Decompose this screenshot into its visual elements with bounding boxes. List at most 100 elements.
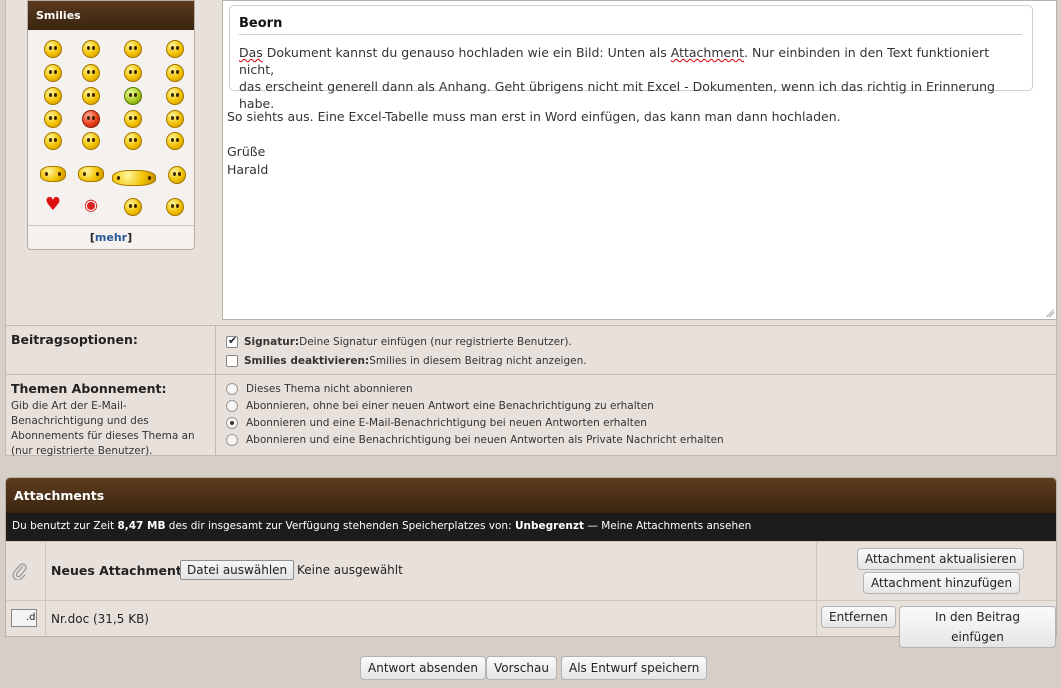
post-options-content: Signatur: Deine Signatur einfügen (nur r…	[226, 326, 1056, 374]
attachment-file-row: .d Nr.doc (31,5 KB) Entfernen In den Bei…	[6, 600, 1056, 648]
smile-icon[interactable]	[44, 40, 62, 58]
resize-grip-icon[interactable]	[1046, 309, 1054, 317]
smilies-label: Smilies deaktivieren:	[244, 355, 370, 367]
subscription-desc: Gib die Art der E-Mail-Benachrichtigung …	[11, 400, 195, 457]
attachments-panel: Attachments Du benutzt zur Zeit 8,47 MB …	[5, 477, 1057, 648]
unsure-icon[interactable]	[166, 110, 184, 128]
wacko-icon[interactable]	[166, 198, 184, 216]
attachment-file-name[interactable]: Nr.doc (31,5 KB)	[51, 612, 149, 626]
signature-checkbox[interactable]	[226, 334, 238, 348]
radio-button[interactable]	[226, 400, 238, 412]
info-total: Unbegrenzt	[514, 520, 585, 532]
body-name: Harald	[227, 162, 269, 177]
subscription-choice-label: Abonnieren und eine Benachrichtigung bei…	[246, 434, 724, 446]
update-attachment-button[interactable]: Attachment aktualisieren	[857, 548, 1025, 570]
subscription-choice-label: Dieses Thema nicht abonnieren	[246, 383, 413, 395]
rolleyes-icon[interactable]	[44, 87, 62, 105]
mad-icon[interactable]	[166, 87, 184, 105]
new-attachment-label: Neues Attachment:	[51, 563, 187, 578]
shocked-icon[interactable]	[124, 132, 142, 150]
shy-icon[interactable]	[44, 132, 62, 150]
puzzled-icon[interactable]	[82, 132, 100, 150]
surprised-icon[interactable]	[166, 132, 184, 150]
heart-icon[interactable]: ♥	[44, 196, 62, 214]
subscription-label: Themen Abonnement:	[11, 381, 167, 396]
save-draft-button[interactable]: Als Entwurf speichern	[561, 656, 708, 680]
smilies-grid: ♥ ◉	[28, 30, 194, 225]
quote-word-spellcheck-2: Attachment	[670, 45, 745, 60]
smilies-option[interactable]: Smilies deaktivieren: Smilies in diesem …	[226, 355, 587, 367]
signature-option[interactable]: Signatur: Deine Signatur einfügen (nur r…	[226, 334, 572, 348]
radio-button[interactable]	[226, 434, 238, 446]
quote-text: Das Dokument kannst du genauso hochladen…	[239, 44, 1022, 112]
signature-desc: Deine Signatur einfügen (nur registriert…	[299, 336, 572, 348]
smilies-title: Smilies	[28, 1, 194, 30]
cool-icon[interactable]	[124, 40, 142, 58]
paperclip-icon	[12, 563, 27, 580]
angry-icon[interactable]	[82, 110, 100, 128]
quote-author: Beorn	[239, 16, 1022, 35]
attachments-info: Du benutzt zur Zeit 8,47 MB des dir insg…	[6, 513, 1056, 541]
smilies-checkbox[interactable]	[226, 355, 238, 367]
remove-attachment-button[interactable]: Entfernen	[821, 606, 896, 628]
insert-attachment-button[interactable]: In den Beitrag einfügen	[899, 606, 1056, 648]
subscription-choice[interactable]: Abonnieren und eine E-Mail-Benachrichtig…	[226, 417, 647, 429]
subscription-choice-label: Abonnieren, ohne bei einer neuen Antwort…	[246, 400, 654, 412]
file-icon-cell: .d	[6, 601, 46, 637]
editor-panel: Smilies ♥ ◉ [mehr] Beorn Das Dokument ka…	[5, 0, 1057, 326]
subscription-choice[interactable]: Abonnieren und eine Benachrichtigung bei…	[226, 434, 724, 446]
frown-icon[interactable]	[166, 64, 184, 82]
quote-line-2: das erscheint generell dann als Anhang. …	[239, 79, 995, 111]
biggrin-icon[interactable]	[166, 40, 184, 58]
signature-label: Signatur:	[244, 336, 300, 348]
body-greeting: Grüße	[227, 144, 266, 159]
broken-file-icon: .d	[11, 609, 37, 627]
new-attachment-buttons: Attachment aktualisieren Attachment hinz…	[816, 542, 1056, 600]
subscription-row: Themen Abonnement: Gib die Art der E-Mai…	[5, 375, 1057, 457]
wink-icon[interactable]	[82, 40, 100, 58]
radio-button-selected[interactable]	[226, 417, 238, 429]
smilies-footer: [mehr]	[28, 225, 194, 249]
embarrassed-icon[interactable]	[124, 64, 142, 82]
choose-file-button[interactable]: Datei auswählen	[180, 560, 295, 580]
radio-button[interactable]	[226, 383, 238, 395]
my-attachments-link[interactable]: — Meine Attachments ansehen	[584, 520, 751, 532]
post-options-label-cell: Beitragsoptionen:	[6, 326, 216, 374]
tongue-icon[interactable]	[44, 64, 62, 82]
thumbsup-icon[interactable]	[44, 110, 62, 128]
subscription-content: Dieses Thema nicht abonnieren Abonnieren…	[226, 375, 1056, 455]
applause-icon[interactable]	[112, 170, 156, 186]
post-options-label: Beitragsoptionen:	[11, 332, 138, 347]
preview-button[interactable]: Vorschau	[486, 656, 557, 680]
smilies-desc: Smilies in diesem Beitrag nicht anzeigen…	[369, 355, 587, 367]
attachments-title: Attachments	[6, 478, 1056, 513]
confused-icon[interactable]	[82, 64, 100, 82]
whistle-icon[interactable]	[124, 198, 142, 216]
subscription-label-cell: Themen Abonnement: Gib die Art der E-Mai…	[6, 375, 216, 457]
message-body: So siehts aus. Eine Excel-Tabelle muss m…	[227, 108, 841, 179]
angel-icon[interactable]	[78, 166, 104, 182]
kiss-icon[interactable]: ◉	[82, 196, 100, 214]
subscription-choice[interactable]: Abonnieren, ohne bei einer neuen Antwort…	[226, 400, 654, 412]
new-attachment-row: Neues Attachment: Datei auswählen Keine …	[6, 541, 1056, 600]
info-used: 8,47 MB	[117, 520, 166, 532]
quote-word-spellcheck: Das	[239, 45, 263, 60]
new-attachment-main: Neues Attachment: Datei auswählen Keine …	[46, 542, 816, 600]
subscription-choice[interactable]: Dieses Thema nicht abonnieren	[226, 383, 413, 395]
message-textarea[interactable]: Beorn Das Dokument kannst du genauso hoc…	[222, 0, 1057, 320]
eek-icon[interactable]	[124, 110, 142, 128]
submit-reply-button[interactable]: Antwort absenden	[360, 656, 486, 680]
rolleyes2-icon[interactable]	[40, 166, 66, 182]
redface-icon[interactable]	[82, 87, 100, 105]
body-line: So siehts aus. Eine Excel-Tabelle muss m…	[227, 109, 841, 124]
attachment-file-main: Nr.doc (31,5 KB)	[46, 601, 816, 637]
quote-block: Beorn Das Dokument kannst du genauso hoc…	[229, 5, 1033, 111]
thinking-icon[interactable]	[168, 166, 186, 184]
smilies-box: Smilies ♥ ◉ [mehr]	[27, 0, 195, 250]
file-status: Keine ausgewählt	[297, 563, 403, 577]
add-attachment-button[interactable]: Attachment hinzufügen	[863, 572, 1021, 594]
smilies-more-link[interactable]: mehr	[95, 231, 127, 244]
info-mid: des dir insgesamt zur Verfügung stehende…	[165, 520, 515, 532]
attachment-file-buttons: Entfernen In den Beitrag einfügen	[816, 601, 1056, 648]
sick-icon[interactable]	[124, 87, 142, 105]
